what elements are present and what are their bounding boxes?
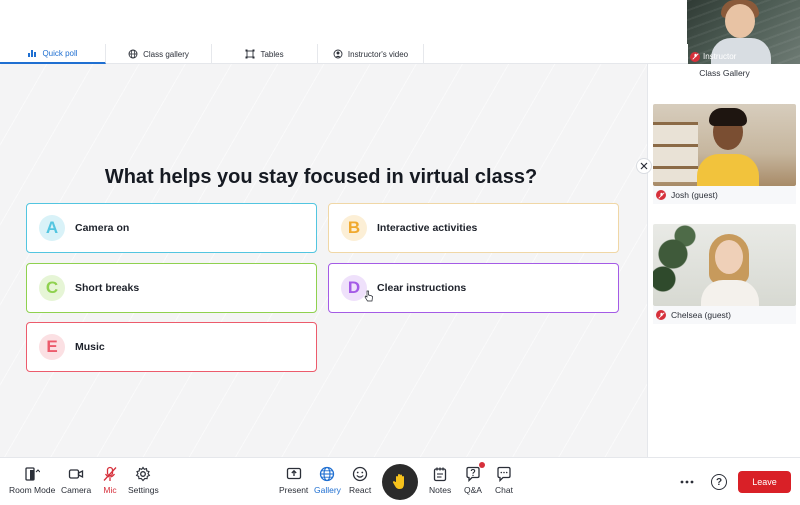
bookshelf-background (653, 122, 698, 182)
tab-label: Quick poll (42, 48, 78, 58)
notes-label: Notes (429, 485, 452, 495)
gallery-title: Class Gallery (699, 68, 750, 78)
mic-off-icon (690, 51, 700, 62)
option-letter: A (39, 215, 65, 241)
settings-label: Settings (128, 485, 159, 495)
tab-bar: Quick poll Class gallery Tables Instruct… (0, 44, 688, 64)
notes-button[interactable]: Notes (429, 466, 451, 495)
participant-face (715, 240, 743, 274)
qa-label: Q&A (464, 485, 482, 495)
participant-caption: Chelsea (guest) (653, 306, 796, 324)
close-icon (640, 162, 648, 170)
plant-background (653, 224, 701, 306)
react-button[interactable]: React (349, 466, 371, 495)
option-label: Short breaks (75, 282, 140, 294)
poll-option-e[interactable]: E Music (26, 322, 317, 372)
option-label: Clear instructions (377, 282, 467, 294)
participant-video (653, 104, 796, 186)
help-button[interactable]: ? (711, 474, 727, 490)
raised-hand-icon (392, 474, 404, 489)
settings-button[interactable]: Settings (128, 466, 159, 495)
participant-tile-josh[interactable]: Josh (guest) (653, 104, 796, 204)
chat-label: Chat (495, 485, 513, 495)
room-mode-label: Room Mode (9, 485, 56, 495)
present-icon (286, 467, 301, 480)
participant-hair (709, 108, 747, 126)
tab-label: Instructor's video (347, 49, 409, 59)
option-letter: B (341, 215, 367, 241)
mic-off-icon (656, 310, 666, 320)
present-button[interactable]: Present (279, 466, 308, 495)
tab-quick-poll[interactable]: Quick poll (0, 44, 106, 64)
option-label: Music (75, 341, 105, 353)
tab-tables[interactable]: Tables (212, 44, 318, 64)
option-label: Interactive activities (377, 222, 478, 234)
tab-label: Class gallery (143, 49, 189, 59)
participant-name: Josh (guest) (671, 190, 718, 200)
question-bubble-icon (466, 466, 480, 482)
participant-tile-chelsea[interactable]: Chelsea (guest) (653, 224, 796, 324)
gear-icon (136, 466, 151, 482)
instructor-label: Instructor (703, 52, 737, 61)
mic-button[interactable]: Mic (102, 466, 118, 495)
bar-chart-icon (28, 50, 37, 57)
poll-option-c[interactable]: C Short breaks (26, 263, 317, 313)
room-mode-icon (25, 467, 41, 481)
present-label: Present (279, 485, 309, 495)
pointer-cursor-icon (364, 290, 373, 302)
smiley-icon (352, 466, 368, 482)
option-label: Camera on (75, 222, 130, 234)
instructor-video-thumbnail[interactable]: Instructor (687, 0, 800, 64)
video-icon (333, 49, 343, 59)
tab-instructors-video[interactable]: Instructor's video (318, 44, 424, 64)
tables-icon (245, 49, 255, 59)
gallery-grid-icon (320, 466, 335, 482)
instructor-face (725, 4, 755, 38)
instructor-tag: Instructor (690, 51, 736, 62)
poll-question: What helps you stay focused in virtual c… (104, 166, 538, 188)
camera-icon (68, 469, 84, 479)
mic-muted-icon (103, 466, 117, 481)
gallery-button[interactable]: Gallery (314, 466, 341, 495)
poll-stage (0, 64, 647, 457)
top-bar (0, 0, 800, 44)
notes-icon (433, 467, 447, 482)
room-mode-button[interactable]: Room Mode (9, 466, 55, 495)
qa-button[interactable]: Q&A (464, 466, 482, 495)
participant-video (653, 224, 796, 306)
poll-option-d[interactable]: D Clear instructions (328, 263, 619, 313)
qa-notification-dot (479, 462, 485, 468)
mic-off-icon (656, 190, 666, 200)
participant-body (697, 154, 759, 186)
option-letter: E (39, 334, 65, 360)
participant-body (701, 280, 759, 306)
class-gallery-panel: Class Gallery Josh (guest) Chelsea (gues (647, 64, 800, 457)
close-gallery-button[interactable] (636, 158, 652, 174)
raise-hand-button[interactable] (382, 464, 418, 500)
globe-icon (128, 49, 138, 59)
tab-class-gallery[interactable]: Class gallery (106, 44, 212, 64)
participant-caption: Josh (guest) (653, 186, 796, 204)
chat-bubble-icon (497, 466, 511, 482)
tab-label: Tables (260, 49, 284, 59)
more-options-icon[interactable] (679, 474, 695, 490)
camera-button[interactable]: Camera (61, 466, 91, 495)
leave-button[interactable]: Leave (738, 471, 791, 493)
camera-label: Camera (61, 485, 92, 495)
participant-name: Chelsea (guest) (671, 310, 732, 320)
poll-option-b[interactable]: B Interactive activities (328, 203, 619, 253)
chat-button[interactable]: Chat (495, 466, 513, 495)
option-letter: C (39, 275, 65, 301)
mic-label: Mic (103, 485, 117, 495)
react-label: React (349, 485, 372, 495)
poll-option-a[interactable]: A Camera on (26, 203, 317, 253)
gallery-label: Gallery (314, 485, 341, 495)
